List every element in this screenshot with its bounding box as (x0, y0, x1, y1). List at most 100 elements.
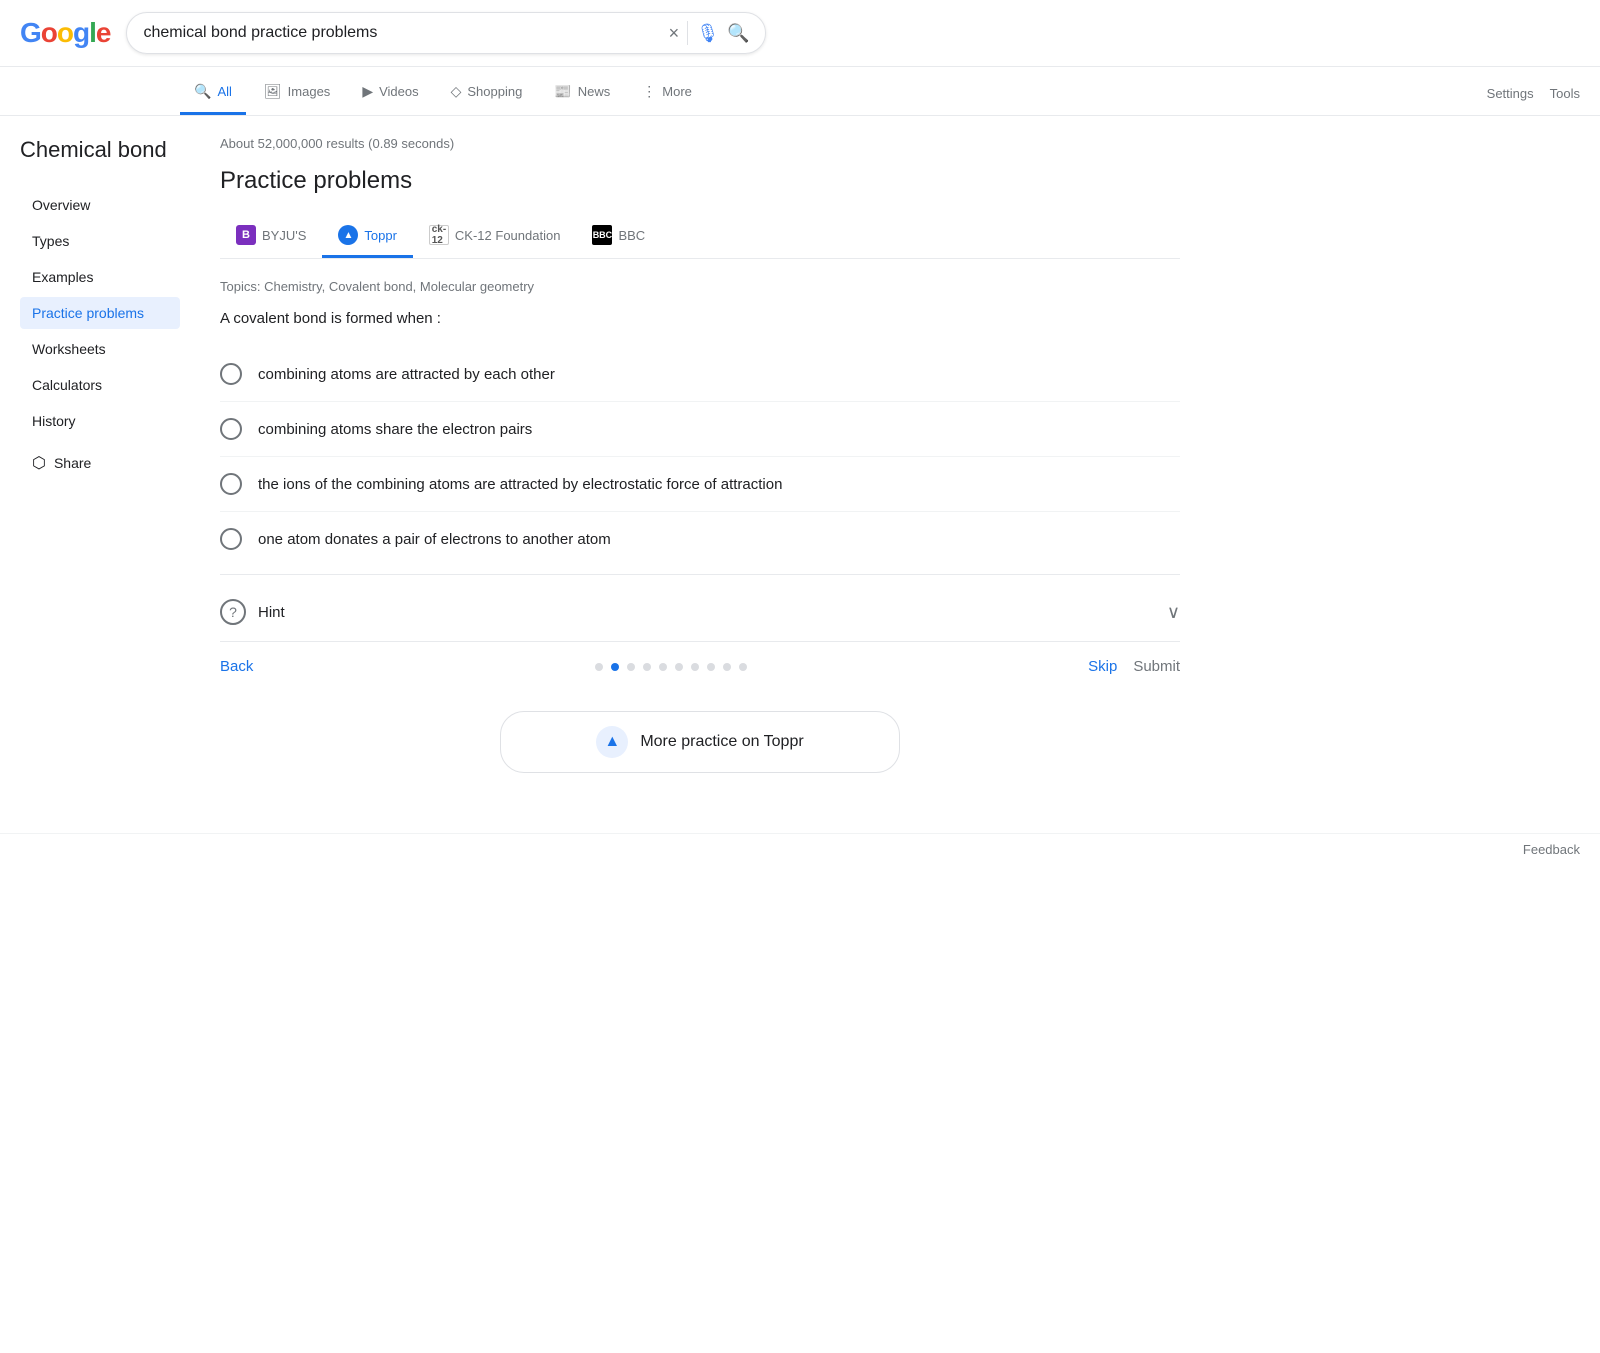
toppr-label: Toppr (364, 228, 397, 243)
back-button[interactable]: Back (220, 658, 253, 675)
divider (220, 574, 1180, 575)
dot-5[interactable] (675, 663, 683, 671)
option-c-text: the ions of the combining atoms are attr… (258, 476, 782, 493)
tab-more[interactable]: ⋮ More (628, 71, 706, 115)
dot-7[interactable] (707, 663, 715, 671)
tab-images[interactable]: 🖼 Images (250, 71, 344, 115)
option-d[interactable]: one atom donates a pair of electrons to … (220, 511, 1180, 566)
header: Google × 🎙 🔍 (0, 0, 1600, 67)
hint-icon: ? (220, 599, 246, 625)
source-tab-bbc[interactable]: BBC BBC (576, 215, 661, 258)
hint-label: Hint (258, 604, 285, 621)
google-logo[interactable]: Google (20, 17, 110, 49)
tab-news[interactable]: 📰 News (540, 71, 624, 115)
feedback-link[interactable]: Feedback (1523, 842, 1580, 857)
toppr-arrow-icon: ▲ (596, 726, 628, 758)
topics: Topics: Chemistry, Covalent bond, Molecu… (220, 279, 1180, 294)
shopping-icon: ◇ (451, 83, 462, 100)
search-icon: 🔍 (194, 83, 211, 100)
dot-8[interactable] (723, 663, 731, 671)
answer-options: combining atoms are attracted by each ot… (220, 347, 1180, 566)
dot-4[interactable] (659, 663, 667, 671)
bbc-logo: BBC (592, 225, 612, 245)
source-tab-ck12[interactable]: ck-12 CK-12 Foundation (413, 215, 577, 258)
search-icon[interactable]: 🔍 (727, 23, 749, 44)
search-bar: × 🎙 🔍 (126, 12, 766, 54)
sidebar: Chemical bond Overview Types Examples Pr… (20, 136, 180, 813)
tab-all[interactable]: 🔍 All (180, 71, 246, 115)
source-tabs: B BYJU'S ▲ Toppr ck-12 CK-12 Foundation … (220, 215, 1180, 259)
tab-shopping[interactable]: ◇ Shopping (437, 71, 537, 115)
radio-a[interactable] (220, 363, 242, 385)
tab-videos[interactable]: ▶ Videos (348, 71, 432, 115)
news-icon: 📰 (554, 83, 571, 100)
skip-button[interactable]: Skip (1088, 658, 1117, 675)
results-info: About 52,000,000 results (0.89 seconds) (220, 136, 1180, 151)
nav-tabs: 🔍 All 🖼 Images ▶ Videos ◇ Shopping 📰 New… (0, 67, 1600, 116)
radio-c[interactable] (220, 473, 242, 495)
search-input[interactable] (143, 24, 660, 42)
dot-9[interactable] (739, 663, 747, 671)
sidebar-item-calculators[interactable]: Calculators (20, 369, 180, 401)
option-d-text: one atom donates a pair of electrons to … (258, 531, 611, 548)
share-icon: ⬡ (32, 453, 46, 473)
tab-news-label: News (578, 84, 611, 99)
toppr-logo: ▲ (338, 225, 358, 245)
sidebar-item-practice[interactable]: Practice problems (20, 297, 180, 329)
dot-6[interactable] (691, 663, 699, 671)
tab-all-label: All (217, 84, 231, 99)
tab-shopping-label: Shopping (467, 84, 522, 99)
tab-images-label: Images (288, 84, 331, 99)
radio-d[interactable] (220, 528, 242, 550)
dot-0[interactable] (595, 663, 603, 671)
share-label: Share (54, 455, 91, 471)
option-a-text: combining atoms are attracted by each ot… (258, 366, 555, 383)
feedback-bar: Feedback (0, 833, 1600, 865)
clear-icon[interactable]: × (669, 23, 680, 44)
tab-videos-label: Videos (379, 84, 419, 99)
option-c[interactable]: the ions of the combining atoms are attr… (220, 456, 1180, 511)
main-content: Chemical bond Overview Types Examples Pr… (0, 116, 1200, 833)
nav-settings: Settings Tools (1487, 86, 1580, 101)
sidebar-nav: Overview Types Examples Practice problem… (20, 189, 180, 437)
dot-2[interactable] (627, 663, 635, 671)
bbc-label: BBC (618, 228, 645, 243)
source-tab-toppr[interactable]: ▲ Toppr (322, 215, 413, 258)
byjus-logo: B (236, 225, 256, 245)
settings-link[interactable]: Settings (1487, 86, 1534, 101)
images-icon: 🖼 (264, 83, 282, 100)
option-b[interactable]: combining atoms share the electron pairs (220, 401, 1180, 456)
nav-actions: Skip Submit (1088, 658, 1180, 675)
source-tab-byjus[interactable]: B BYJU'S (220, 215, 322, 258)
sidebar-title: Chemical bond (20, 136, 180, 165)
section-title: Practice problems (220, 167, 1180, 195)
hint-left: ? Hint (220, 599, 285, 625)
hint-row[interactable]: ? Hint ∨ (220, 583, 1180, 641)
mic-icon[interactable]: 🎙 (696, 23, 719, 44)
sidebar-item-worksheets[interactable]: Worksheets (20, 333, 180, 365)
submit-button: Submit (1133, 658, 1180, 675)
dot-3[interactable] (643, 663, 651, 671)
sidebar-item-overview[interactable]: Overview (20, 189, 180, 221)
sidebar-item-examples[interactable]: Examples (20, 261, 180, 293)
more-practice-button[interactable]: ▲ More practice on Toppr (500, 711, 900, 773)
dots-container (253, 663, 1088, 671)
nav-row: Back Skip Submit (220, 641, 1180, 691)
more-icon: ⋮ (642, 83, 656, 100)
sidebar-item-types[interactable]: Types (20, 225, 180, 257)
tools-link[interactable]: Tools (1550, 86, 1580, 101)
byjus-label: BYJU'S (262, 228, 306, 243)
more-practice-label: More practice on Toppr (640, 733, 803, 751)
share-button[interactable]: ⬡ Share (20, 445, 180, 481)
dot-1[interactable] (611, 663, 619, 671)
question-text: A covalent bond is formed when : (220, 310, 1180, 327)
radio-b[interactable] (220, 418, 242, 440)
option-a[interactable]: combining atoms are attracted by each ot… (220, 347, 1180, 401)
videos-icon: ▶ (362, 83, 373, 100)
ck12-label: CK-12 Foundation (455, 228, 561, 243)
sidebar-item-history[interactable]: History (20, 405, 180, 437)
search-divider (687, 21, 688, 45)
more-practice-container: ▲ More practice on Toppr (220, 711, 1180, 813)
content-area: About 52,000,000 results (0.89 seconds) … (220, 136, 1180, 813)
tab-more-label: More (662, 84, 692, 99)
